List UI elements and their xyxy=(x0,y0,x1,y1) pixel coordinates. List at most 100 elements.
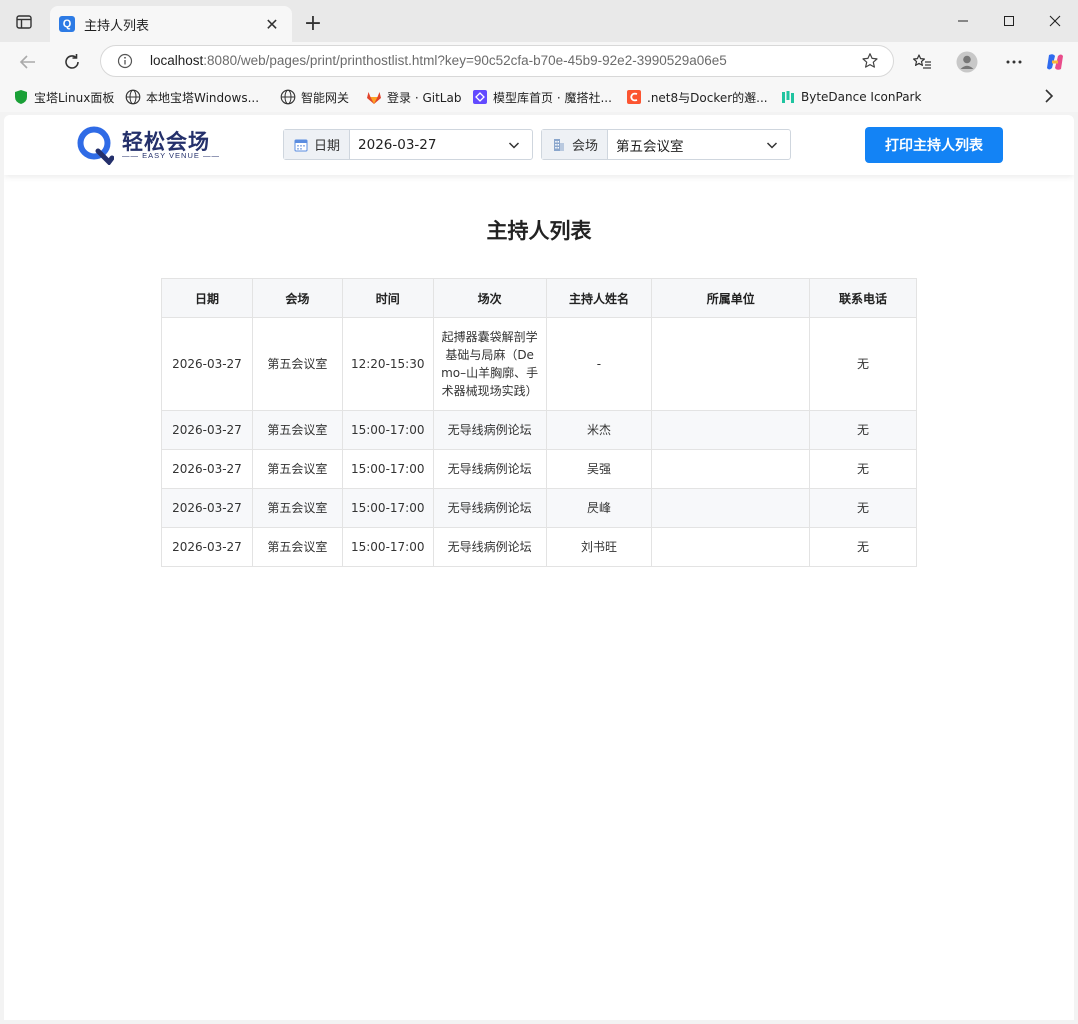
address-bar[interactable]: localhost:8080/web/pages/print/printhost… xyxy=(100,45,894,77)
table-header-row: 日期 会场 时间 场次 主持人姓名 所属单位 联系电话 xyxy=(161,278,917,318)
cell-time: 15:00-17:00 xyxy=(341,449,434,489)
bookmark-item[interactable]: 模型库首页 · 魔搭社... xyxy=(472,88,612,106)
venue-label: 会场 xyxy=(542,130,609,159)
cell-session: 无导线病例论坛 xyxy=(432,449,547,489)
bookmark-item[interactable]: 智能网关 xyxy=(280,88,349,106)
iconpark-icon xyxy=(780,89,796,105)
bookmark-item[interactable]: 宝塔Linux面板 xyxy=(13,88,114,106)
tab-title: 主持人列表 xyxy=(84,19,150,34)
tab-close-icon[interactable]: ✕ xyxy=(260,12,284,36)
shield-icon xyxy=(13,89,29,105)
cell-date: 2026-03-27 xyxy=(161,317,253,411)
modelscope-icon xyxy=(472,89,488,105)
gitlab-icon xyxy=(366,89,382,105)
cell-organization xyxy=(651,449,811,489)
cell-session: 无导线病例论坛 xyxy=(432,527,547,567)
date-select[interactable]: 日期 2026-03-27 xyxy=(283,129,533,160)
date-value-box[interactable]: 2026-03-27 xyxy=(350,130,532,159)
print-host-list-button[interactable]: 打印主持人列表 xyxy=(865,127,1003,163)
cell-host-name: 昃峰 xyxy=(545,488,653,528)
cell-date: 2026-03-27 xyxy=(161,527,253,567)
cell-host-name: - xyxy=(545,317,653,411)
cell-time: 15:00-17:00 xyxy=(341,410,434,450)
url-path: :8080/web/pages/print/printhostlist.html… xyxy=(203,53,727,68)
cell-phone: 无 xyxy=(809,410,917,450)
app-logo[interactable]: 轻松会场 —— EASY VENUE —— xyxy=(76,125,219,165)
calendar-icon xyxy=(294,138,308,152)
more-menu-icon[interactable] xyxy=(1002,50,1026,74)
bookmark-label: .net8与Docker的邂... xyxy=(647,90,768,105)
venue-select[interactable]: 会场 第五会议室 xyxy=(541,129,791,160)
date-label: 日期 xyxy=(284,130,351,159)
venue-label-text: 会场 xyxy=(572,139,599,154)
column-header-host-name: 主持人姓名 xyxy=(545,278,653,318)
browser-toolbar: localhost:8080/web/pages/print/printhost… xyxy=(0,42,1078,82)
window-maximize-button[interactable] xyxy=(986,6,1032,36)
favorites-icon[interactable] xyxy=(910,50,934,74)
page-viewport: 轻松会场 —— EASY VENUE —— 日期 2026-03-27 会场 第… xyxy=(4,115,1074,1020)
back-arrow-icon[interactable] xyxy=(12,47,44,77)
cell-venue: 第五会议室 xyxy=(251,317,343,411)
host-table: 日期 会场 时间 场次 主持人姓名 所属单位 联系电话 2026-03-27 第… xyxy=(161,278,917,567)
column-header-venue: 会场 xyxy=(251,278,343,318)
window-minimize-button[interactable] xyxy=(940,6,986,36)
cell-session: 无导线病例论坛 xyxy=(432,488,547,528)
venue-value: 第五会议室 xyxy=(616,138,684,155)
cell-time: 15:00-17:00 xyxy=(341,527,434,567)
column-header-session: 场次 xyxy=(432,278,547,318)
date-value: 2026-03-27 xyxy=(358,136,437,153)
page-title: 主持人列表 xyxy=(486,219,592,243)
favorite-star-icon[interactable] xyxy=(861,52,879,70)
profile-avatar-icon[interactable] xyxy=(955,50,979,74)
site-info-icon[interactable] xyxy=(117,53,133,69)
cell-time: 12:20-15:30 xyxy=(341,317,434,411)
cell-phone: 无 xyxy=(809,527,917,567)
bookmark-item[interactable]: 登录 · GitLab xyxy=(366,88,461,106)
bookmark-label: 登录 · GitLab xyxy=(387,90,462,105)
venue-value-box[interactable]: 第五会议室 xyxy=(608,130,790,159)
chevron-down-icon[interactable] xyxy=(766,139,778,151)
bookmark-item[interactable]: .net8与Docker的邂... xyxy=(626,88,768,106)
cell-date: 2026-03-27 xyxy=(161,410,253,450)
table-row: 2026-03-27 第五会议室 12:20-15:30 起搏器囊袋解剖学基础与… xyxy=(161,317,917,411)
cell-date: 2026-03-27 xyxy=(161,488,253,528)
cell-organization xyxy=(651,488,811,528)
bookmark-label: ByteDance IconPark xyxy=(801,90,922,104)
cell-organization xyxy=(651,317,811,411)
app-header: 轻松会场 —— EASY VENUE —— 日期 2026-03-27 会场 第… xyxy=(4,115,1074,175)
cell-phone: 无 xyxy=(809,488,917,528)
globe-icon xyxy=(280,89,296,105)
browser-tab-active[interactable]: Q 主持人列表 ✕ xyxy=(50,6,292,42)
bookmark-label: 模型库首页 · 魔搭社... xyxy=(493,90,612,105)
cell-host-name: 刘书旺 xyxy=(545,527,653,567)
cell-venue: 第五会议室 xyxy=(251,410,343,450)
copilot-icon[interactable] xyxy=(1043,50,1067,74)
column-header-phone: 联系电话 xyxy=(809,278,917,318)
building-icon xyxy=(552,138,566,152)
browser-titlebar: Q 主持人列表 ✕ + xyxy=(0,0,1078,42)
tab-actions-icon[interactable] xyxy=(10,10,38,34)
table-row: 2026-03-27 第五会议室 15:00-17:00 无导线病例论坛 米杰 … xyxy=(161,410,917,450)
cell-time: 15:00-17:00 xyxy=(341,488,434,528)
table-row: 2026-03-27 第五会议室 15:00-17:00 无导线病例论坛 昃峰 … xyxy=(161,488,917,528)
globe-icon xyxy=(125,89,141,105)
bookmark-label: 本地宝塔Windows... xyxy=(146,90,260,105)
bookmark-label: 宝塔Linux面板 xyxy=(34,90,115,105)
new-tab-button[interactable]: + xyxy=(300,10,326,36)
bookmarks-overflow-chevron-icon[interactable] xyxy=(1044,88,1054,107)
chevron-down-icon[interactable] xyxy=(508,139,520,151)
table-row: 2026-03-27 第五会议室 15:00-17:00 无导线病例论坛 刘书旺… xyxy=(161,527,917,567)
cell-venue: 第五会议室 xyxy=(251,449,343,489)
csdn-icon xyxy=(626,89,642,105)
logo-subtitle: —— EASY VENUE —— xyxy=(122,151,220,160)
bookmark-item[interactable]: ByteDance IconPark xyxy=(780,88,921,106)
date-label-text: 日期 xyxy=(314,139,341,154)
site-favicon-icon: Q xyxy=(59,16,75,32)
bookmarks-bar: 宝塔Linux面板 本地宝塔Windows... 智能网关 登录 · GitLa… xyxy=(0,82,1078,112)
bookmark-item[interactable]: 本地宝塔Windows... xyxy=(125,88,259,106)
cell-venue: 第五会议室 xyxy=(251,488,343,528)
address-url[interactable]: localhost:8080/web/pages/print/printhost… xyxy=(150,53,727,68)
window-close-button[interactable] xyxy=(1032,6,1078,36)
column-header-organization: 所属单位 xyxy=(651,278,811,318)
reload-icon[interactable] xyxy=(56,47,88,77)
